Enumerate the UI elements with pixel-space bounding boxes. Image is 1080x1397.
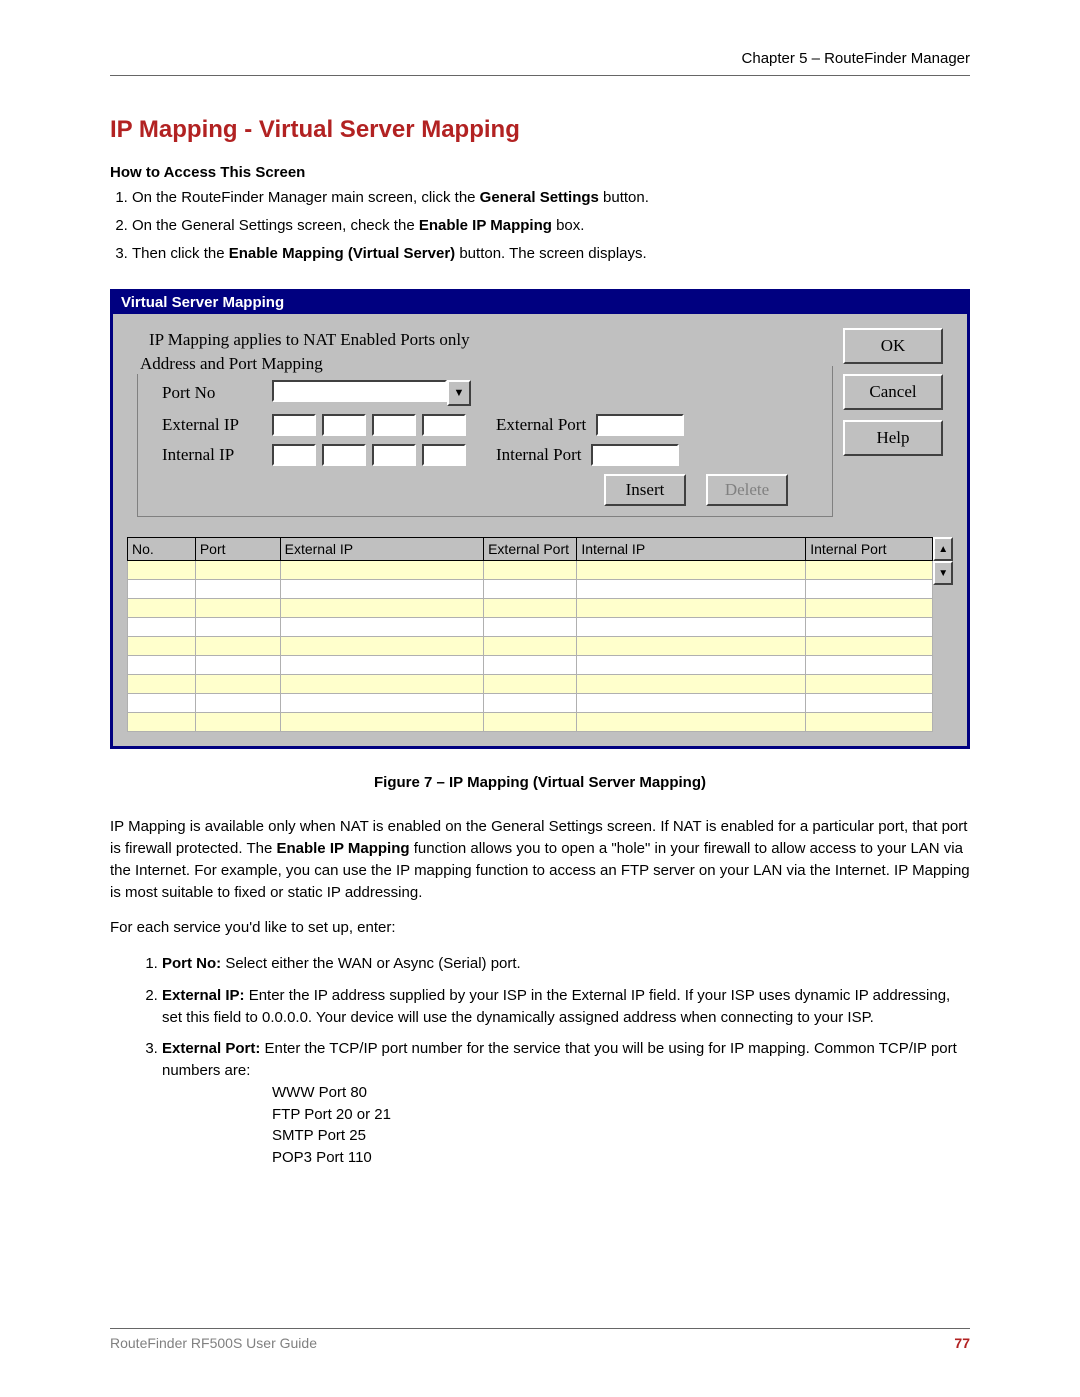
table-row[interactable] <box>128 713 933 732</box>
cancel-button[interactable]: Cancel <box>843 374 943 410</box>
access-steps: On the RouteFinder Manager main screen, … <box>132 187 970 264</box>
ip-octet[interactable] <box>422 414 466 436</box>
bold: External Port: <box>162 1040 260 1057</box>
port-smtp: SMTP Port 25 <box>272 1125 970 1147</box>
table-scrollbar[interactable]: ▲ ▼ <box>933 537 953 585</box>
dialog-titlebar: Virtual Server Mapping <box>113 292 967 314</box>
table-row[interactable] <box>128 561 933 580</box>
access-step-2: On the General Settings screen, check th… <box>132 215 970 237</box>
text: Then click the <box>132 245 229 262</box>
port-www: WWW Port 80 <box>272 1082 970 1104</box>
col-ext-port: External Port <box>484 538 577 561</box>
body-para-2: For each service you'd like to set up, e… <box>110 917 970 939</box>
ip-octet[interactable] <box>272 414 316 436</box>
footer-guide: RouteFinder RF500S User Guide <box>110 1335 317 1351</box>
external-ip-field[interactable] <box>272 414 466 436</box>
col-ext-ip: External IP <box>280 538 483 561</box>
text: Enter the IP address supplied by your IS… <box>162 987 950 1026</box>
ip-octet[interactable] <box>372 444 416 466</box>
text: button. <box>599 189 649 206</box>
access-heading: How to Access This Screen <box>110 164 970 181</box>
text: On the RouteFinder Manager main screen, … <box>132 189 480 206</box>
common-ports: WWW Port 80 FTP Port 20 or 21 SMTP Port … <box>272 1082 970 1169</box>
step-external-port: External Port: Enter the TCP/IP port num… <box>162 1038 970 1169</box>
bold: Enable IP Mapping <box>419 217 552 234</box>
dialog-screenshot: Virtual Server Mapping IP Mapping applie… <box>110 289 970 749</box>
delete-button[interactable]: Delete <box>706 474 788 506</box>
body-para-1: IP Mapping is available only when NAT is… <box>110 816 970 903</box>
port-no-combo[interactable]: ▼ <box>272 380 471 406</box>
internal-ip-field[interactable] <box>272 444 466 466</box>
internal-ip-label: Internal IP <box>162 445 272 465</box>
page-title: IP Mapping - Virtual Server Mapping <box>110 116 970 144</box>
table-row[interactable] <box>128 656 933 675</box>
port-pop3: POP3 Port 110 <box>272 1147 970 1169</box>
step-port-no: Port No: Select either the WAN or Async … <box>162 953 970 975</box>
text: On the General Settings screen, check th… <box>132 217 419 234</box>
mapping-table-wrap: No. Port External IP External Port Inter… <box>127 537 953 732</box>
col-int-ip: Internal IP <box>577 538 806 561</box>
ip-octet[interactable] <box>322 444 366 466</box>
text: Enter the TCP/IP port number for the ser… <box>162 1040 957 1079</box>
page-footer: RouteFinder RF500S User Guide 77 <box>110 1328 970 1351</box>
ip-octet[interactable] <box>372 414 416 436</box>
col-port: Port <box>195 538 280 561</box>
ok-button[interactable]: OK <box>843 328 943 364</box>
scroll-down-icon[interactable]: ▼ <box>933 561 953 585</box>
access-step-1: On the RouteFinder Manager main screen, … <box>132 187 970 209</box>
step-external-ip: External IP: Enter the IP address suppli… <box>162 985 970 1029</box>
group-legend: Address and Port Mapping <box>136 354 329 374</box>
text: button. The screen displays. <box>455 245 647 262</box>
port-no-label: Port No <box>162 383 272 403</box>
port-no-input[interactable] <box>272 380 447 402</box>
external-port-field[interactable] <box>596 414 684 436</box>
internal-port-field[interactable] <box>591 444 679 466</box>
bold: General Settings <box>480 189 599 206</box>
internal-port-label: Internal Port <box>496 445 581 465</box>
ip-octet[interactable] <box>422 444 466 466</box>
external-port-label: External Port <box>496 415 586 435</box>
table-row[interactable] <box>128 580 933 599</box>
port-ftp: FTP Port 20 or 21 <box>272 1104 970 1126</box>
text: Select either the WAN or Async (Serial) … <box>221 955 521 972</box>
table-row[interactable] <box>128 675 933 694</box>
access-step-3: Then click the Enable Mapping (Virtual S… <box>132 243 970 265</box>
chevron-down-icon[interactable]: ▼ <box>447 380 471 406</box>
table-row[interactable] <box>128 618 933 637</box>
figure-caption: Figure 7 – IP Mapping (Virtual Server Ma… <box>110 774 970 791</box>
bold: Enable Mapping (Virtual Server) <box>229 245 455 262</box>
bold: Port No: <box>162 955 221 972</box>
scroll-up-icon[interactable]: ▲ <box>933 537 953 561</box>
bold: External IP: <box>162 987 245 1004</box>
table-row[interactable] <box>128 694 933 713</box>
table-row[interactable] <box>128 637 933 656</box>
help-button[interactable]: Help <box>843 420 943 456</box>
footer-page-number: 77 <box>954 1335 970 1351</box>
ip-octet[interactable] <box>272 444 316 466</box>
mapping-table: No. Port External IP External Port Inter… <box>127 537 933 732</box>
insert-button[interactable]: Insert <box>604 474 686 506</box>
chapter-header: Chapter 5 – RouteFinder Manager <box>110 50 970 76</box>
setup-steps: Port No: Select either the WAN or Async … <box>162 953 970 1169</box>
table-row[interactable] <box>128 599 933 618</box>
ip-octet[interactable] <box>322 414 366 436</box>
col-int-port: Internal Port <box>806 538 933 561</box>
col-no: No. <box>128 538 196 561</box>
nat-note: IP Mapping applies to NAT Enabled Ports … <box>149 330 953 350</box>
bold: Enable IP Mapping <box>276 840 409 857</box>
text: box. <box>552 217 585 234</box>
external-ip-label: External IP <box>162 415 272 435</box>
address-port-group: Address and Port Mapping Port No ▼ Exter… <box>137 366 833 517</box>
